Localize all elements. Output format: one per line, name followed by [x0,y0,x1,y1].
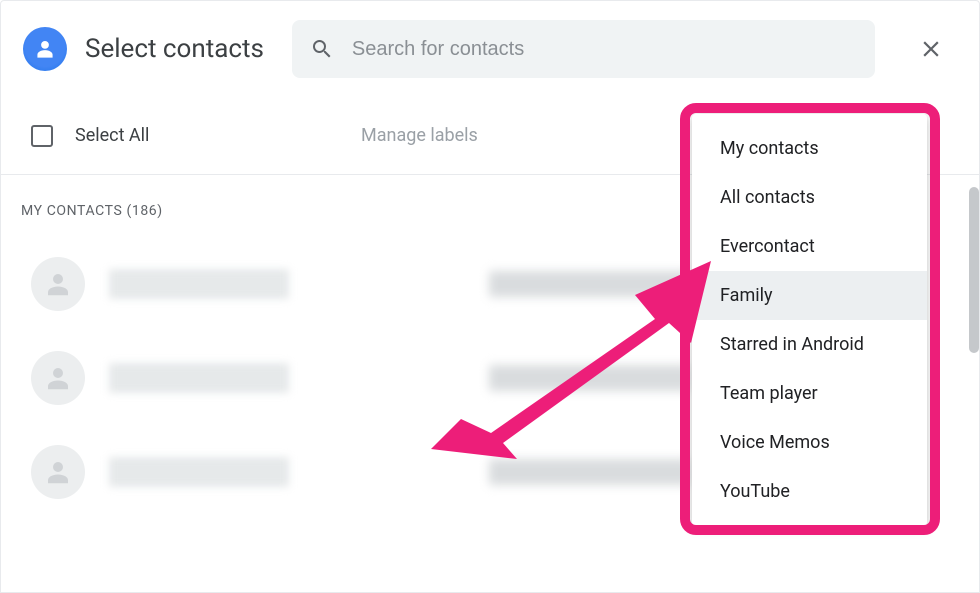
dropdown-item[interactable]: Team player [692,369,927,418]
search-icon [310,37,334,61]
scrollbar-thumb[interactable] [969,187,979,353]
select-all-control[interactable]: Select All [31,125,149,147]
contact-email-redacted [489,459,689,485]
avatar [31,351,85,405]
dropdown-item[interactable]: All contacts [692,173,927,222]
dropdown-item[interactable]: Family [692,271,927,320]
select-all-checkbox[interactable] [31,125,53,147]
search-input[interactable] [352,38,857,61]
person-icon [43,457,73,487]
close-button[interactable] [907,25,955,73]
dropdown-item[interactable]: Evercontact [692,222,927,271]
dialog-header: Select contacts [1,1,979,97]
dropdown-item[interactable]: YouTube [692,467,927,516]
person-icon [43,363,73,393]
dropdown-item[interactable]: Starred in Android [692,320,927,369]
contact-name-redacted [109,269,289,299]
close-icon [918,36,944,62]
select-all-label: Select All [75,125,149,146]
dropdown-item[interactable]: My contacts [692,124,927,173]
avatar [31,445,85,499]
contact-name-redacted [109,363,289,393]
contact-email-redacted [489,365,689,391]
contact-email-redacted [489,271,689,297]
labels-dropdown[interactable]: My contactsAll contactsEvercontactFamily… [692,114,927,526]
search-box[interactable] [292,20,875,78]
select-contacts-dialog: Select contacts Select All Manage labels… [0,0,980,593]
avatar [31,257,85,311]
contact-name-redacted [109,457,289,487]
dropdown-item[interactable]: Voice Memos [692,418,927,467]
person-icon [43,269,73,299]
manage-labels-button[interactable]: Manage labels [361,125,478,146]
contacts-app-icon [23,27,67,71]
person-icon [32,36,58,62]
page-title: Select contacts [85,34,264,64]
